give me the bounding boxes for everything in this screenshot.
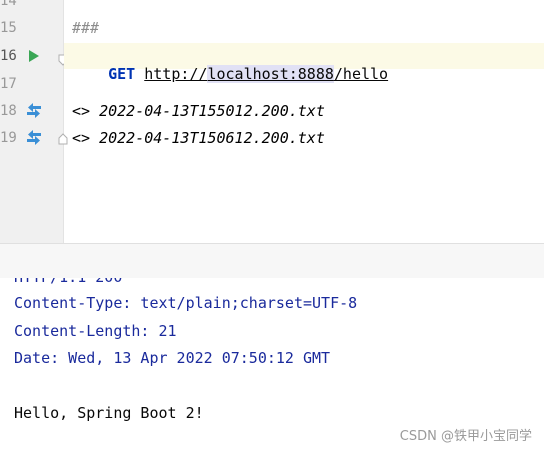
url-host: localhost:8888 xyxy=(207,65,334,83)
response-body: Hello, Spring Boot 2! xyxy=(14,404,204,422)
status-line: HTTP/1.1 200 xyxy=(14,278,122,287)
header-date: Date: Wed, 13 Apr 2022 07:50:12 GMT xyxy=(14,349,331,367)
response-file-link[interactable]: <> 2022-04-13T155012.200.txt xyxy=(72,102,325,120)
url-scheme: http:// xyxy=(144,65,208,83)
play-icon[interactable] xyxy=(24,47,44,65)
header-content-type: Content-Type: text/plain;charset=UTF-8 xyxy=(14,294,358,312)
line-number: 15 xyxy=(0,20,17,36)
line-number: 14 xyxy=(0,0,17,9)
line-number: 17 xyxy=(0,76,17,92)
compare-arrows-icon[interactable] xyxy=(24,101,44,119)
response-file-link[interactable]: <> 2022-04-13T150612.200.txt xyxy=(72,129,325,147)
http-request-editor[interactable]: 14 15 16 17 18 19 ### GET http://localho… xyxy=(0,0,544,243)
request-line[interactable]: GET http://localhost:8888/hello xyxy=(72,47,388,101)
line-number: 16 xyxy=(0,48,17,64)
response-panel: HTTP/1.1 200 Content-Type: text/plain;ch… xyxy=(0,278,544,449)
watermark: CSDN @铁甲小宝同学 xyxy=(399,429,532,444)
request-url[interactable]: http://localhost:8888/hello xyxy=(144,65,388,83)
http-method: GET xyxy=(108,65,136,83)
editor-gutter: 14 15 16 17 18 19 xyxy=(0,0,68,243)
fold-marker-icon[interactable] xyxy=(58,130,68,145)
separator-comment: ### xyxy=(72,19,100,37)
line-number: 18 xyxy=(0,103,17,119)
line-number: 19 xyxy=(0,130,17,146)
panel-divider[interactable] xyxy=(0,243,544,279)
url-path: /hello xyxy=(333,65,389,83)
header-content-length: Content-Length: 21 xyxy=(14,322,177,340)
compare-arrows-icon[interactable] xyxy=(24,128,44,146)
